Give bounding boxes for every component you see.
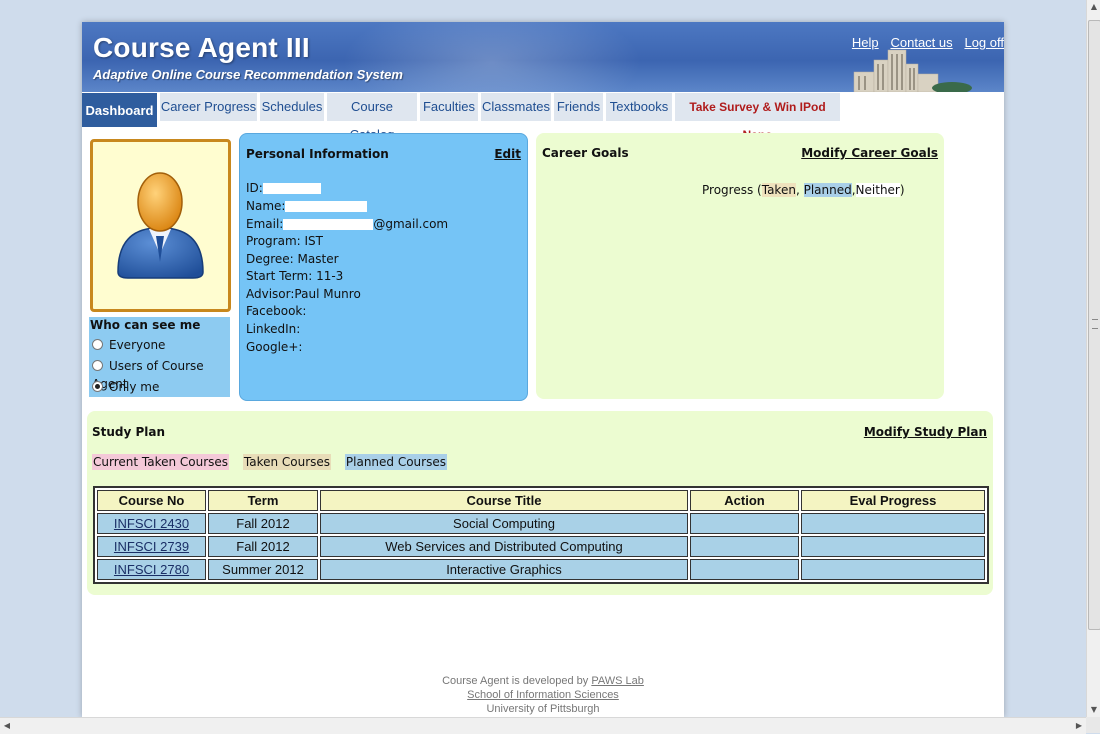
- column-header: Term: [208, 490, 318, 511]
- info-advisor: Advisor:Paul Munro: [246, 287, 361, 301]
- career-goals-title: Career Goals: [542, 146, 629, 160]
- university-text: University of Pittsburgh: [486, 703, 600, 715]
- help-link[interactable]: Help: [852, 35, 879, 50]
- info-email: Email: @gmail.com: [246, 217, 449, 231]
- option-label: Everyone: [109, 338, 166, 352]
- legend-planned: Planned: [803, 183, 852, 197]
- tab-take-survey[interactable]: Take Survey & Win IPod Nano: [675, 93, 840, 142]
- tab-dashboard[interactable]: Dashboard: [82, 93, 157, 127]
- header-links: Help Contact us Log off: [844, 35, 1004, 50]
- legend-current-taken: Current Taken Courses: [92, 454, 230, 470]
- info-start-term: Start Term: 11-3: [246, 269, 344, 283]
- study-plan-table: Course No Term Course Title Action Eval …: [93, 486, 989, 584]
- column-header: Eval Progress: [801, 490, 985, 511]
- modify-career-goals-link[interactable]: Modify Career Goals: [801, 146, 938, 160]
- eval-progress-cell: [801, 559, 985, 580]
- privacy-title: Who can see me: [90, 318, 201, 332]
- column-header: Action: [690, 490, 799, 511]
- tab-friends[interactable]: Friends: [554, 93, 603, 121]
- radio-button[interactable]: [92, 339, 103, 350]
- personal-info-title: Personal Information: [246, 147, 389, 161]
- scrollbar-corner: [1086, 717, 1100, 733]
- study-plan-title: Study Plan: [92, 425, 166, 439]
- column-header: Course No: [97, 490, 206, 511]
- info-degree: Degree: Master: [246, 252, 339, 266]
- page-footer: Course Agent is developed by PAWS Lab Sc…: [82, 674, 1004, 716]
- radio-button[interactable]: [92, 360, 103, 371]
- course-link[interactable]: INFSCI 2780: [114, 562, 189, 577]
- legend-neither: Neither: [855, 183, 900, 197]
- info-name: Name:: [246, 198, 368, 215]
- term-cell: Fall 2012: [208, 536, 318, 557]
- table-row: INFSCI 2430 Fall 2012 Social Computing: [97, 513, 985, 534]
- course-link[interactable]: INFSCI 2739: [114, 539, 189, 554]
- school-link[interactable]: School of Information Sciences: [467, 689, 619, 701]
- main-navigation: Dashboard Career Progress Schedules Cour…: [82, 93, 1004, 142]
- action-cell: [690, 513, 799, 534]
- paws-lab-link[interactable]: PAWS Lab: [591, 675, 644, 687]
- log-off-link[interactable]: Log off: [964, 35, 1004, 50]
- study-plan-panel: Study Plan Modify Study Plan Current Tak…: [87, 411, 993, 595]
- horizontal-scrollbar[interactable]: ◀ ▶: [0, 717, 1086, 734]
- legend-taken: Taken: [761, 183, 796, 197]
- modify-study-plan-link[interactable]: Modify Study Plan: [864, 425, 987, 439]
- vertical-scrollbar[interactable]: ▲ ▼: [1086, 0, 1100, 717]
- legend-planned-courses: Planned Courses: [344, 454, 447, 470]
- scroll-down-arrow-icon[interactable]: ▼: [1087, 703, 1100, 717]
- eval-progress-cell: [801, 536, 985, 557]
- scroll-up-arrow-icon[interactable]: ▲: [1087, 0, 1100, 14]
- redacted-block: [283, 219, 374, 230]
- radio-button-selected[interactable]: [92, 381, 103, 392]
- table-row: INFSCI 2780 Summer 2012 Interactive Grap…: [97, 559, 985, 580]
- action-cell: [690, 559, 799, 580]
- table-header-row: Course No Term Course Title Action Eval …: [97, 490, 985, 511]
- redacted-block: [262, 183, 321, 194]
- study-plan-legend: Current Taken Courses Taken Courses Plan…: [92, 454, 457, 470]
- tab-career-progress[interactable]: Career Progress: [160, 93, 257, 121]
- action-cell: [690, 536, 799, 557]
- tab-classmates[interactable]: Classmates: [481, 93, 551, 121]
- info-id: ID:: [246, 180, 321, 197]
- page: Course Agent III Adaptive Online Course …: [82, 22, 1004, 717]
- term-cell: Fall 2012: [208, 513, 318, 534]
- site-header: Course Agent III Adaptive Online Course …: [82, 22, 1004, 92]
- course-title-cell: Interactive Graphics: [320, 559, 688, 580]
- info-program: Program: IST: [246, 234, 323, 248]
- course-link[interactable]: INFSCI 2430: [114, 516, 189, 531]
- scroll-right-arrow-icon[interactable]: ▶: [1072, 719, 1086, 733]
- term-cell: Summer 2012: [208, 559, 318, 580]
- scrollbar-thumb[interactable]: [1088, 20, 1100, 630]
- tab-course-catalog[interactable]: Course Catalog: [327, 93, 417, 142]
- tab-textbooks[interactable]: Textbooks: [606, 93, 672, 121]
- site-title: Course Agent III: [93, 32, 310, 63]
- option-label: Only me: [109, 380, 160, 394]
- career-goals-panel: Career Goals Modify Career Goals Progres…: [536, 133, 944, 399]
- edit-link[interactable]: Edit: [494, 147, 521, 161]
- scroll-left-arrow-icon[interactable]: ◀: [0, 719, 14, 733]
- personal-information-panel: Personal Information Edit ID: Name: Emai…: [239, 133, 528, 401]
- info-googleplus: Google+:: [246, 340, 303, 354]
- info-facebook: Facebook:: [246, 304, 307, 318]
- privacy-option-users[interactable]: Users of Course Agent: [92, 357, 230, 391]
- tab-schedules[interactable]: Schedules: [260, 93, 324, 121]
- tab-faculties[interactable]: Faculties: [420, 93, 478, 121]
- legend-taken-courses: Taken Courses: [242, 454, 332, 470]
- privacy-option-only-me[interactable]: Only me: [92, 378, 159, 396]
- eval-progress-cell: [801, 513, 985, 534]
- privacy-option-everyone[interactable]: Everyone: [92, 336, 165, 354]
- career-progress-legend: Progress (Taken, Planned,Neither): [702, 183, 905, 197]
- contact-us-link[interactable]: Contact us: [890, 35, 952, 50]
- site-subtitle: Adaptive Online Course Recommendation Sy…: [93, 67, 403, 82]
- course-title-cell: Social Computing: [320, 513, 688, 534]
- course-title-cell: Web Services and Distributed Computing: [320, 536, 688, 557]
- info-linkedin: LinkedIn:: [246, 322, 301, 336]
- redacted-block: [285, 201, 368, 212]
- table-row: INFSCI 2739 Fall 2012 Web Services and D…: [97, 536, 985, 557]
- user-avatar-icon: [117, 172, 204, 279]
- privacy-settings: Who can see me Everyone Users of Course …: [89, 317, 230, 397]
- column-header: Course Title: [320, 490, 688, 511]
- profile-avatar: [90, 139, 231, 312]
